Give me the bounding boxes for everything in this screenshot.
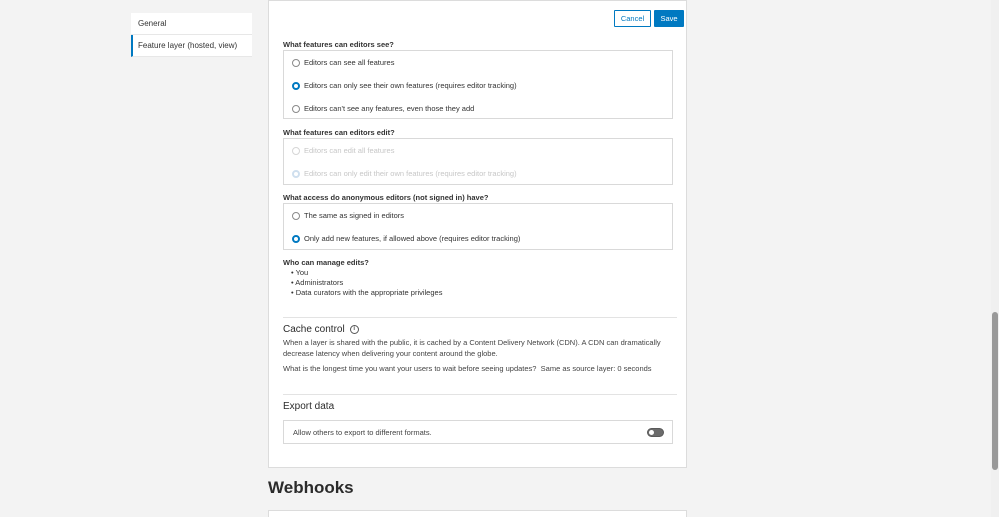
option-label: Editors can edit all features <box>304 146 395 155</box>
option-label: The same as signed in editors <box>304 211 405 220</box>
list-item: • Administrators <box>291 278 344 287</box>
cache-control-heading: Cache control i <box>283 324 359 335</box>
save-button[interactable]: Save <box>654 10 684 27</box>
section-divider <box>283 317 677 318</box>
export-toggle-switch[interactable] <box>647 428 664 437</box>
radio-button-checked[interactable] <box>292 81 300 90</box>
manage-edits-label: Who can manage edits? <box>283 258 369 267</box>
editors-see-label: What features can editors see? <box>283 40 394 49</box>
option-label: Editors can see all features <box>304 58 395 67</box>
cache-control-title: Cache control <box>283 324 345 335</box>
webhooks-heading: Webhooks <box>268 478 354 497</box>
export-toggle-label: Allow others to export to different form… <box>293 428 432 437</box>
list-item: • You <box>291 268 309 277</box>
radio-button-disabled <box>292 146 300 155</box>
info-icon[interactable]: i <box>349 325 359 334</box>
editors-edit-label: What features can editors edit? <box>283 128 395 137</box>
manage-edits-list: • You • Administrators • Data curators w… <box>291 268 442 298</box>
anon-access-label: What access do anonymous editors (not si… <box>283 193 489 202</box>
radio-button[interactable] <box>292 104 300 113</box>
option-label: Editors can't see any features, even tho… <box>304 104 475 113</box>
settings-side-nav: General Feature layer (hosted, view) <box>131 13 252 57</box>
option-label: Only add new features, if allowed above … <box>304 234 521 243</box>
webhooks-card <box>268 510 687 517</box>
radio-button-checked[interactable] <box>292 234 300 243</box>
anon-access-option-add-only[interactable]: Only add new features, if allowed above … <box>292 234 520 243</box>
section-divider <box>283 394 677 395</box>
scrollbar-thumb[interactable] <box>992 312 998 470</box>
editors-edit-group: Editors can edit all features Editors ca… <box>283 138 673 185</box>
editors-see-option-all[interactable]: Editors can see all features <box>292 58 394 67</box>
option-label: Editors can only edit their own features… <box>304 169 517 178</box>
radio-button-checked-disabled <box>292 169 300 178</box>
page-scrollbar[interactable] <box>991 0 999 517</box>
feature-layer-settings-card: Cancel Save What features can editors se… <box>268 0 687 468</box>
export-data-title: Export data <box>283 401 335 412</box>
editors-see-group: Editors can see all features Editors can… <box>283 50 673 119</box>
editors-see-option-own[interactable]: Editors can only see their own features … <box>292 81 517 90</box>
radio-button[interactable] <box>292 211 300 220</box>
radio-button[interactable] <box>292 58 300 67</box>
editors-edit-option-all: Editors can edit all features <box>292 146 394 155</box>
cache-control-description: When a layer is shared with the public, … <box>283 338 661 358</box>
editors-edit-option-own: Editors can only edit their own features… <box>292 169 517 178</box>
side-nav-item-general[interactable]: General <box>131 13 252 35</box>
cache-control-question-row: What is the longest time you want your u… <box>283 364 668 375</box>
export-toggle-row: Allow others to export to different form… <box>283 420 673 444</box>
cancel-button[interactable]: Cancel <box>614 10 651 27</box>
anon-access-option-same[interactable]: The same as signed in editors <box>292 211 404 220</box>
toggle-knob <box>649 430 654 435</box>
side-nav-item-feature-layer[interactable]: Feature layer (hosted, view) <box>131 35 252 57</box>
cache-control-value: Same as source layer: 0 seconds <box>540 364 652 373</box>
option-label: Editors can only see their own features … <box>304 81 517 90</box>
editors-see-option-none[interactable]: Editors can't see any features, even tho… <box>292 104 474 113</box>
anon-access-group: The same as signed in editors Only add n… <box>283 203 673 250</box>
list-item: • Data curators with the appropriate pri… <box>291 288 443 297</box>
cache-control-question: What is the longest time you want your u… <box>283 364 537 373</box>
